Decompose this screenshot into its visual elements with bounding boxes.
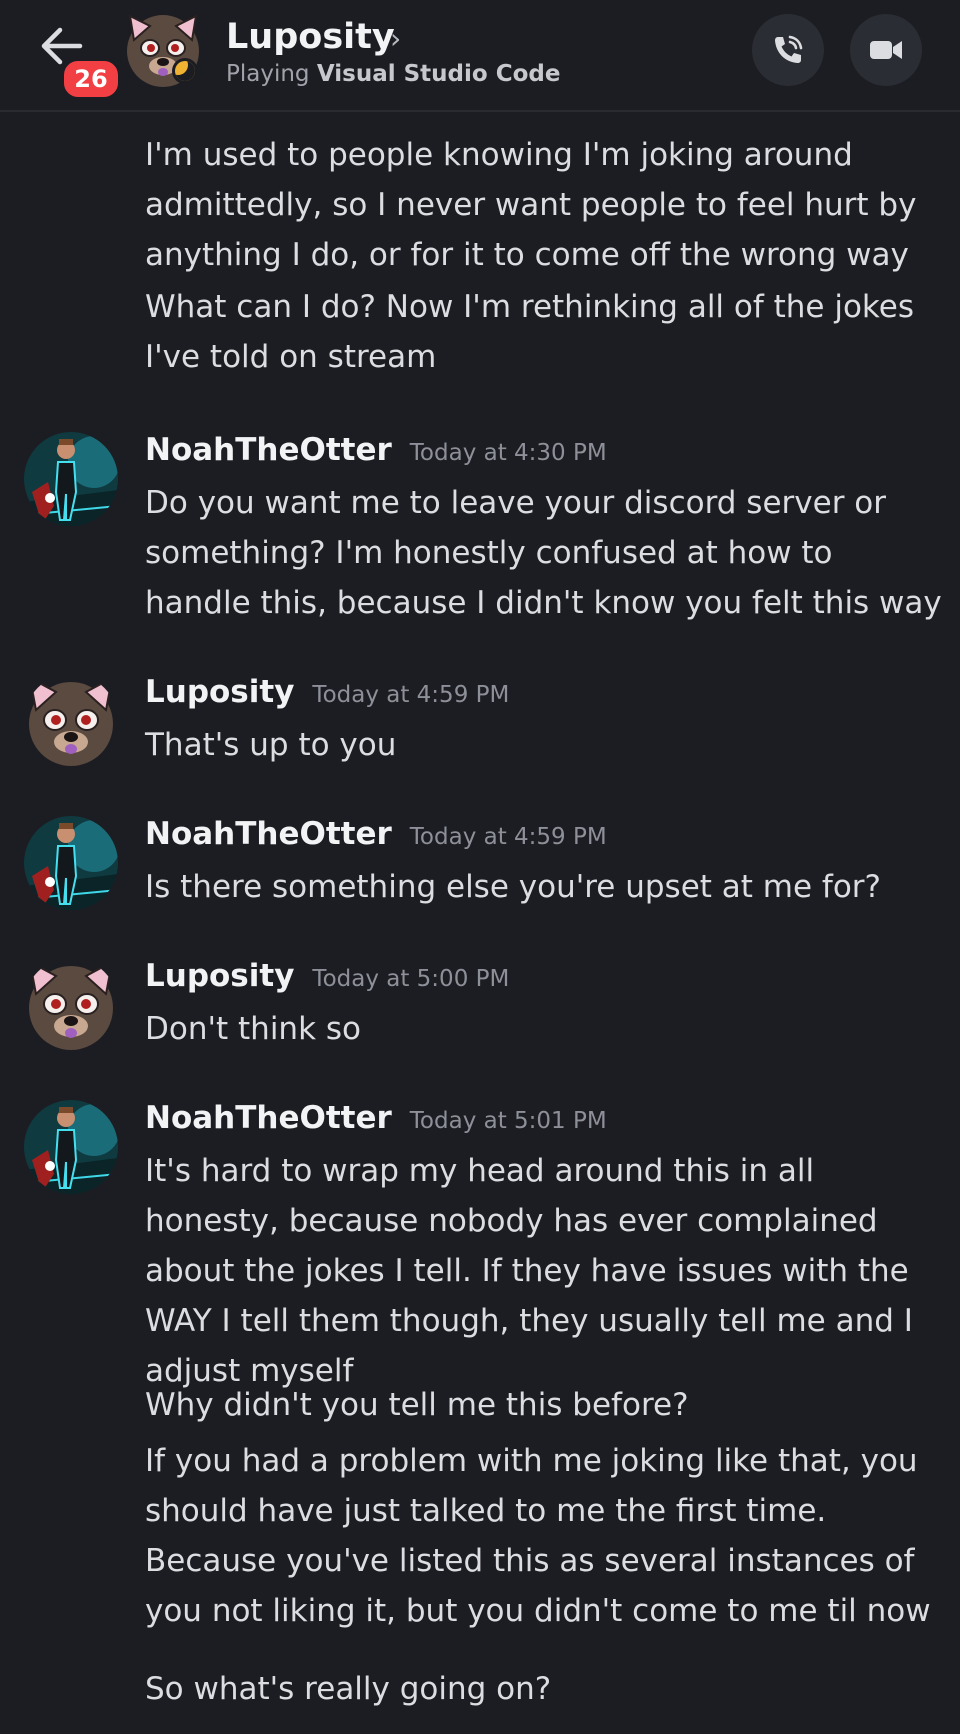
message-text[interactable]: That's up to you <box>145 720 945 770</box>
chat-header: 26 Luposity › Playing Visual Studio Code <box>0 0 960 112</box>
message-timestamp: Today at 5:00 PM <box>312 966 510 992</box>
channel-title[interactable]: Luposity <box>226 16 395 58</box>
user-avatar[interactable] <box>24 1100 118 1194</box>
user-avatar[interactable] <box>24 958 118 1052</box>
voice-call-button[interactable] <box>752 14 824 86</box>
author-name[interactable]: NoahTheOtter <box>145 432 392 468</box>
author-name[interactable]: Luposity <box>145 958 294 994</box>
message-text[interactable]: If you had a problem with me joking like… <box>145 1436 945 1636</box>
message-author[interactable]: NoahTheOtter Today at 5:01 PM <box>145 1100 607 1136</box>
activity-name: Visual Studio Code <box>316 61 561 87</box>
author-name[interactable]: NoahTheOtter <box>145 816 392 852</box>
message-timestamp: Today at 4:30 PM <box>409 440 607 466</box>
user-avatar[interactable] <box>24 816 118 910</box>
user-avatar[interactable] <box>24 674 118 768</box>
message-text[interactable]: Do you want me to leave your discord ser… <box>145 478 945 628</box>
message-text[interactable]: So what's really going on? <box>145 1664 945 1714</box>
idle-status-icon <box>172 58 198 84</box>
phone-call-icon <box>775 35 803 63</box>
message-author[interactable]: NoahTheOtter Today at 4:59 PM <box>145 816 607 852</box>
chevron-right-icon[interactable]: › <box>390 22 401 55</box>
message-text[interactable]: Is there something else you're upset at … <box>145 862 945 912</box>
message-author[interactable]: Luposity Today at 4:59 PM <box>145 674 509 710</box>
unread-badge: 26 <box>60 57 122 101</box>
message-timestamp: Today at 4:59 PM <box>409 824 607 850</box>
activity-status: Playing Visual Studio Code <box>226 59 560 89</box>
message-text[interactable]: Why didn't you tell me this before? <box>145 1380 945 1430</box>
message-text[interactable]: It's hard to wrap my head around this in… <box>145 1146 945 1396</box>
message-author[interactable]: Luposity Today at 5:00 PM <box>145 958 509 994</box>
message-author[interactable]: NoahTheOtter Today at 4:30 PM <box>145 432 607 468</box>
message-timestamp: Today at 5:01 PM <box>409 1108 607 1134</box>
author-name[interactable]: NoahTheOtter <box>145 1100 392 1136</box>
user-avatar[interactable] <box>24 432 118 526</box>
message-text[interactable]: I'm used to people knowing I'm joking ar… <box>145 130 945 280</box>
message-timestamp: Today at 4:59 PM <box>312 682 510 708</box>
activity-prefix: Playing <box>226 61 317 87</box>
video-camera-icon <box>870 41 902 59</box>
author-name[interactable]: Luposity <box>145 674 294 710</box>
message-text[interactable]: What can I do? Now I'm rethinking all of… <box>145 282 945 382</box>
message-text[interactable]: Don't think so <box>145 1004 945 1054</box>
video-call-button[interactable] <box>850 14 922 86</box>
